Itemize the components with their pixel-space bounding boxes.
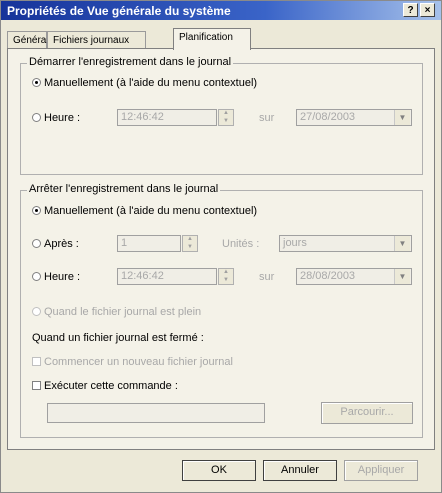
spin-down-icon: ▼ <box>223 118 229 124</box>
browse-button[interactable]: Parcourir... <box>321 402 413 424</box>
start-on-label: sur <box>259 112 275 124</box>
when-closed-label: Quand un fichier journal est fermé : <box>32 332 204 344</box>
stop-manual-radio[interactable] <box>32 206 41 215</box>
stop-time-radio[interactable] <box>32 272 41 281</box>
stop-logging-group: Arrêter l'enregistrement dans le journal… <box>20 183 423 438</box>
units-dropdown[interactable]: jours ▼ <box>279 235 412 252</box>
start-manual-option[interactable]: Manuellement (à l'aide du menu contextue… <box>32 77 257 89</box>
when-full-radio[interactable] <box>32 307 41 316</box>
when-full-label: Quand le fichier journal est plein <box>44 306 202 318</box>
help-button[interactable]: ? <box>403 3 418 17</box>
start-time-label: Heure : <box>44 112 81 124</box>
stop-time-field[interactable]: 12:46:42 <box>117 268 217 285</box>
start-time-radio[interactable] <box>32 113 41 122</box>
start-date-value: 27/08/2003 <box>300 111 356 123</box>
spin-up-icon: ▲ <box>223 269 229 275</box>
ok-button[interactable]: OK <box>182 460 256 481</box>
stop-after-spinner[interactable]: ▲ ▼ <box>182 235 198 252</box>
chevron-down-icon[interactable]: ▼ <box>394 236 410 251</box>
stop-time-label: Heure : <box>44 271 81 283</box>
run-command-label: Exécuter cette commande : <box>44 380 178 392</box>
stop-manual-option[interactable]: Manuellement (à l'aide du menu contextue… <box>32 205 257 217</box>
stop-logging-legend: Arrêter l'enregistrement dans le journal <box>27 183 221 195</box>
stop-on-label: sur <box>259 271 275 283</box>
units-label: Unités : <box>222 238 260 250</box>
spin-up-icon: ▲ <box>223 110 229 116</box>
cancel-button[interactable]: Annuler <box>263 460 337 481</box>
close-button[interactable]: × <box>420 3 435 17</box>
stop-date-value: 28/08/2003 <box>300 270 356 282</box>
spin-up-icon: ▲ <box>187 236 193 242</box>
spin-down-icon: ▼ <box>187 244 193 250</box>
spin-down-icon: ▼ <box>223 277 229 283</box>
schedule-panel: Démarrer l'enregistrement dans le journa… <box>7 48 435 450</box>
start-logging-legend: Démarrer l'enregistrement dans le journa… <box>27 56 234 68</box>
run-command-option[interactable]: Exécuter cette commande : <box>32 380 178 392</box>
when-full-option[interactable]: Quand le fichier journal est plein <box>32 306 201 318</box>
start-time-option[interactable]: Heure : <box>32 112 80 124</box>
start-new-log-option[interactable]: Commencer un nouveau fichier journal <box>32 356 233 368</box>
start-manual-radio[interactable] <box>32 78 41 87</box>
start-logging-group: Démarrer l'enregistrement dans le journa… <box>20 56 423 175</box>
tab-log-files[interactable]: Fichiers journaux <box>47 31 146 49</box>
start-date-field[interactable]: 27/08/2003 ▼ <box>296 109 412 126</box>
command-field[interactable] <box>47 403 265 423</box>
start-new-log-checkbox[interactable] <box>32 357 41 366</box>
stop-manual-label: Manuellement (à l'aide du menu contextue… <box>44 205 258 217</box>
stop-time-option[interactable]: Heure : <box>32 271 80 283</box>
start-manual-label: Manuellement (à l'aide du menu contextue… <box>44 77 258 89</box>
tab-general[interactable]: Général <box>7 31 49 49</box>
stop-after-option[interactable]: Après : <box>32 238 79 250</box>
stop-date-field[interactable]: 28/08/2003 ▼ <box>296 268 412 285</box>
start-new-log-label: Commencer un nouveau fichier journal <box>44 356 233 368</box>
tab-schedule[interactable]: Planification <box>173 28 251 50</box>
start-time-field[interactable]: 12:46:42 <box>117 109 217 126</box>
run-command-checkbox[interactable] <box>32 381 41 390</box>
stop-after-radio[interactable] <box>32 239 41 248</box>
window-title: Propriétés de Vue générale du système <box>7 4 231 18</box>
properties-dialog: Propriétés de Vue générale du système ? … <box>0 0 442 493</box>
units-value: jours <box>283 237 307 249</box>
title-bar: Propriétés de Vue générale du système ? … <box>1 1 441 20</box>
stop-time-spinner[interactable]: ▲ ▼ <box>218 268 234 285</box>
chevron-down-icon[interactable]: ▼ <box>394 110 410 125</box>
apply-button[interactable]: Appliquer <box>344 460 418 481</box>
start-time-spinner[interactable]: ▲ ▼ <box>218 109 234 126</box>
chevron-down-icon[interactable]: ▼ <box>394 269 410 284</box>
stop-after-label: Après : <box>44 238 79 250</box>
stop-after-field[interactable]: 1 <box>117 235 181 252</box>
